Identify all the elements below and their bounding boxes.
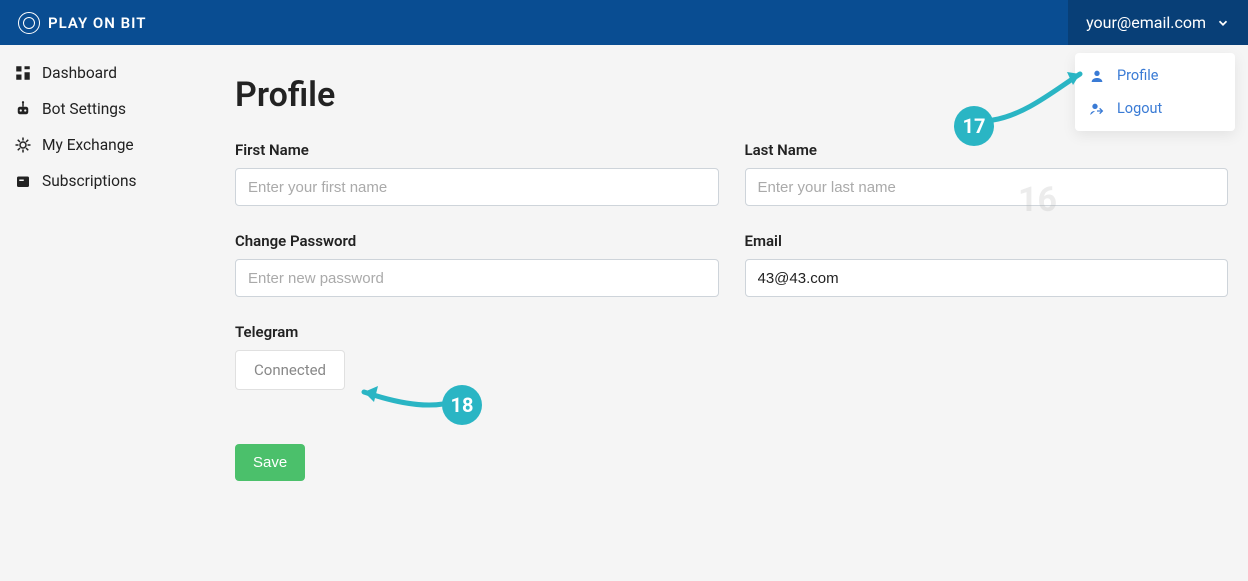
sidebar-item-label: Bot Settings xyxy=(42,100,126,118)
brand: PLAY ON BIT xyxy=(18,12,146,34)
user-menu-trigger[interactable]: your@email.com xyxy=(1068,0,1248,45)
sidebar-item-subscriptions[interactable]: Subscriptions xyxy=(0,163,200,199)
brand-text: PLAY ON BIT xyxy=(48,14,146,32)
logout-icon xyxy=(1089,101,1105,117)
user-dropdown-menu: Profile Logout xyxy=(1075,53,1235,131)
sidebar-item-bot-settings[interactable]: Bot Settings xyxy=(0,91,200,127)
email-group: Email xyxy=(745,232,1229,297)
robot-icon xyxy=(14,100,32,118)
sidebar-item-label: Dashboard xyxy=(42,64,117,82)
email-label: Email xyxy=(745,232,1229,250)
first-name-group: First Name xyxy=(235,141,719,206)
save-button[interactable]: Save xyxy=(235,444,305,481)
annotation-16-ghost: 16 xyxy=(1018,180,1057,220)
brand-logo-icon xyxy=(18,12,40,34)
password-group: Change Password xyxy=(235,232,719,297)
email-input[interactable] xyxy=(745,259,1229,297)
top-navbar: PLAY ON BIT your@email.com xyxy=(0,0,1248,45)
sidebar-item-dashboard[interactable]: Dashboard xyxy=(0,55,200,91)
sidebar-item-my-exchange[interactable]: My Exchange xyxy=(0,127,200,163)
first-name-label: First Name xyxy=(235,141,719,159)
subscriptions-icon xyxy=(14,172,32,190)
dashboard-icon xyxy=(14,64,32,82)
annotation-badge-18: 18 xyxy=(442,385,482,425)
last-name-input[interactable] xyxy=(745,168,1229,206)
dropdown-item-logout[interactable]: Logout xyxy=(1075,92,1235,125)
last-name-group: Last Name xyxy=(745,141,1229,206)
dropdown-logout-label: Logout xyxy=(1117,100,1162,117)
dropdown-item-profile[interactable]: Profile xyxy=(1075,59,1235,92)
password-input[interactable] xyxy=(235,259,719,297)
sidebar-item-label: My Exchange xyxy=(42,136,134,154)
first-name-input[interactable] xyxy=(235,168,719,206)
sidebar: Dashboard Bot Settings My Exchange Subsc… xyxy=(0,45,200,581)
sidebar-item-label: Subscriptions xyxy=(42,172,137,190)
last-name-label: Last Name xyxy=(745,141,1229,159)
telegram-label: Telegram xyxy=(235,323,719,341)
chevron-down-icon xyxy=(1216,16,1230,30)
telegram-group: Telegram Connected xyxy=(235,323,719,390)
password-label: Change Password xyxy=(235,232,719,250)
dropdown-profile-label: Profile xyxy=(1117,67,1158,84)
user-icon xyxy=(1089,68,1105,84)
telegram-status[interactable]: Connected xyxy=(235,350,345,390)
user-email: your@email.com xyxy=(1086,13,1206,32)
exchange-icon xyxy=(14,136,32,154)
annotation-badge-17: 17 xyxy=(954,106,994,146)
